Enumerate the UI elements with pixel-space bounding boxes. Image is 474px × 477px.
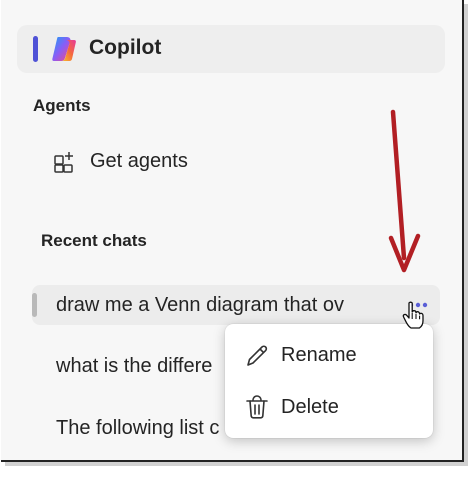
menu-item-rename[interactable]: Rename [225, 334, 433, 378]
recent-chats-heading: Recent chats [41, 231, 147, 250]
copilot-nav-item[interactable]: Copilot [17, 25, 445, 73]
trash-icon [246, 395, 268, 419]
context-menu: Rename Delete [225, 324, 433, 438]
add-apps-icon [54, 152, 73, 173]
rename-label: Rename [281, 344, 357, 366]
menu-item-delete[interactable]: Delete [225, 386, 433, 430]
pencil-icon [247, 345, 268, 366]
chat-item-selected[interactable]: draw me a Venn diagram that ov [32, 285, 440, 325]
get-agents-item[interactable]: Get agents [53, 148, 253, 178]
sidebar-panel: Copilot Agents Get agents Recent chats d… [1, 0, 464, 462]
selection-indicator [32, 293, 37, 317]
delete-label: Delete [281, 396, 339, 418]
copilot-label: Copilot [89, 36, 162, 59]
chat-title: draw me a Venn diagram that ov [56, 294, 344, 316]
get-agents-label: Get agents [90, 150, 188, 172]
hand-pointer-cursor-icon [402, 301, 424, 329]
copilot-logo-icon [52, 37, 76, 61]
agents-heading: Agents [33, 96, 91, 115]
annotation-arrow [388, 109, 421, 273]
active-indicator [33, 36, 38, 62]
